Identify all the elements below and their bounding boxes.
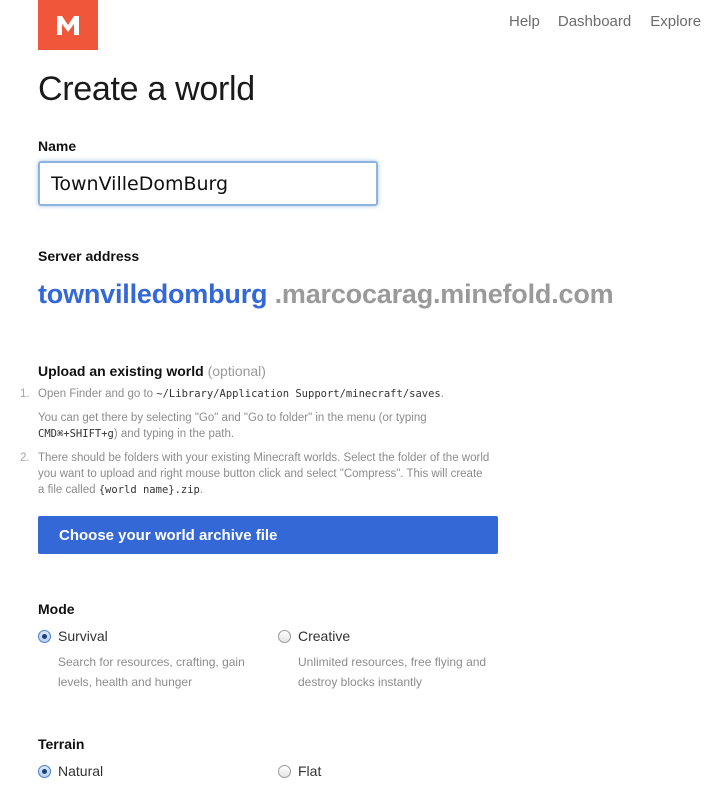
mode-option-creative[interactable]: Creative Unlimited resources, free flyin…	[278, 628, 488, 692]
step-number: 1.	[20, 388, 30, 400]
nav-explore-link[interactable]: Explore W	[650, 13, 704, 33]
saves-path: ~/Library/Application Support/minecraft/…	[156, 388, 441, 400]
choose-world-archive-button[interactable]: Choose your world archive file	[38, 516, 498, 554]
upload-instructions: 1. Open Finder and go to ~/Library/Appli…	[20, 386, 490, 506]
survival-radio-label[interactable]: Survival	[38, 628, 248, 644]
nav-help-link[interactable]: Help	[509, 13, 540, 33]
shortcut-code: CMD⌘+SHIFT+g	[38, 428, 114, 440]
minefold-logo[interactable]	[38, 0, 98, 50]
survival-radio[interactable]	[38, 629, 51, 643]
server-domain: .marcocarag.minefold.com	[274, 279, 614, 309]
upload-label: Upload an existing world (optional)	[38, 363, 266, 379]
nav-dashboard-link[interactable]: Dashboard	[558, 13, 631, 33]
flat-radio-label[interactable]: Flat	[278, 763, 488, 779]
zip-filename-code: {world name}.zip	[98, 484, 200, 496]
creative-label: Creative	[298, 628, 351, 644]
top-nav: Help Dashboard Explore W	[509, 13, 704, 33]
survival-description: Search for resources, crafting, gain lev…	[58, 655, 245, 689]
creative-radio-label[interactable]: Creative	[278, 628, 488, 644]
name-label: Name	[38, 138, 77, 154]
creative-radio[interactable]	[278, 629, 291, 643]
mode-option-survival[interactable]: Survival Search for resources, crafting,…	[38, 628, 248, 692]
terrain-option-natural[interactable]: Natural	[38, 763, 248, 779]
instruction-step: 2. There should be folders with your exi…	[20, 450, 490, 498]
page-title: Create a world	[38, 70, 255, 108]
flat-label: Flat	[298, 763, 322, 779]
flat-radio[interactable]	[278, 764, 291, 778]
terrain-option-flat[interactable]: Flat	[278, 763, 488, 779]
step-text: There should be folders with your existi…	[38, 452, 490, 496]
upload-label-text: Upload an existing world	[38, 363, 204, 379]
step-text: You can get there by selecting "Go" and …	[38, 412, 427, 440]
step-number: 2.	[20, 452, 30, 464]
optional-hint: (optional)	[207, 363, 266, 379]
mode-label: Mode	[38, 601, 75, 617]
server-address-label: Server address	[38, 248, 140, 264]
world-name-input[interactable]	[38, 161, 378, 206]
create-world-page: Help Dashboard Explore W Create a world …	[0, 0, 704, 787]
terrain-label: Terrain	[38, 736, 85, 752]
natural-radio-label[interactable]: Natural	[38, 763, 248, 779]
instruction-step: 1. Open Finder and go to ~/Library/Appli…	[20, 386, 490, 442]
natural-label: Natural	[58, 763, 104, 779]
survival-label: Survival	[58, 628, 108, 644]
step-text: Open Finder and go to ~/Library/Applicat…	[38, 388, 444, 400]
natural-radio[interactable]	[38, 764, 51, 778]
creative-description: Unlimited resources, free flying and des…	[298, 655, 487, 689]
server-subdomain: townvilledomburg	[38, 279, 268, 309]
server-address: townvilledomburg .marcocarag.minefold.co…	[38, 279, 614, 310]
logo-m-icon	[57, 16, 79, 35]
